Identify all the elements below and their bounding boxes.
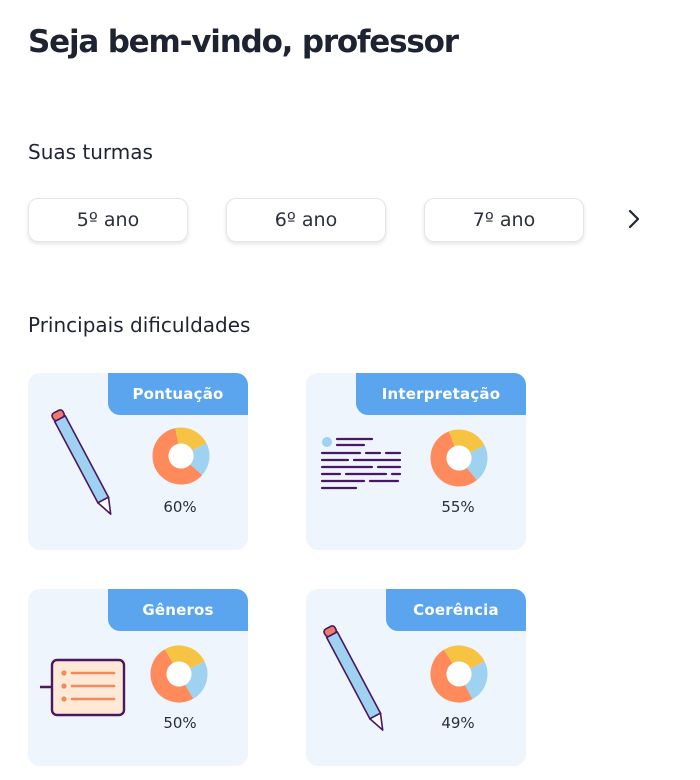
card-title: Gêneros [108, 589, 248, 631]
class-button-7[interactable]: 7º ano [424, 198, 584, 242]
progress-donut [430, 429, 488, 487]
donut-hole [446, 445, 472, 471]
page-title: Seja bem-vindo, professor [28, 24, 459, 60]
progress-donut [152, 427, 210, 485]
donut-hole [446, 661, 472, 687]
donut-hole [166, 661, 192, 687]
card-title: Interpretação [356, 373, 526, 415]
difficulty-card-coerencia[interactable]: Coerência 49% [306, 589, 526, 766]
progress-donut [430, 645, 488, 703]
class-button-6[interactable]: 6º ano [226, 198, 386, 242]
difficulties-heading: Principais dificuldades [28, 313, 251, 337]
difficulty-card-generos[interactable]: Gêneros 50% [28, 589, 248, 766]
pen-icon [323, 625, 384, 731]
difficulty-card-interpretacao[interactable]: Interpretação 55% [306, 373, 526, 550]
class-button-5[interactable]: 5º ano [28, 198, 188, 242]
classes-heading: Suas turmas [28, 140, 153, 164]
chevron-right-icon [628, 209, 640, 229]
difficulty-percent: 50% [163, 714, 197, 732]
card-title: Coerência [386, 589, 526, 631]
difficulty-percent: 60% [163, 498, 197, 516]
difficulty-percent: 55% [441, 498, 475, 516]
pen-icon [51, 409, 112, 515]
donut-hole [168, 443, 194, 469]
progress-donut [150, 645, 208, 703]
classes-carousel: 5º ano 6º ano 7º ano [28, 198, 668, 242]
card-title: Pontuação [108, 373, 248, 415]
difficulty-card-pontuacao[interactable]: Pontuação 60% [28, 373, 248, 550]
text-lines-icon [320, 437, 402, 490]
difficulty-percent: 49% [441, 714, 475, 732]
carousel-next-button[interactable] [620, 204, 648, 234]
list-board-icon [40, 658, 126, 717]
